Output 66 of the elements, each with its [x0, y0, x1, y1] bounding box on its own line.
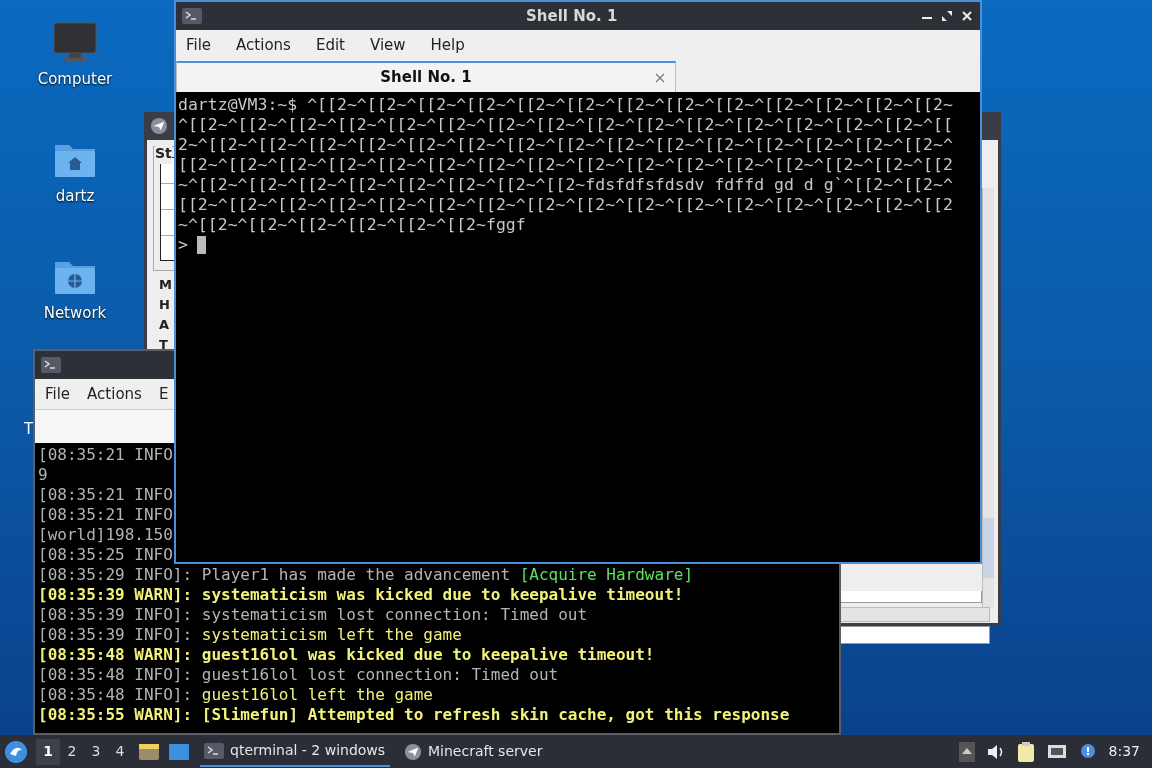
log-line: [08:35:21 INFO: [38, 505, 173, 525]
terminal-line: 2~^[[2~^[[2~^[[2~^[[2~^[[2~^[[2~^[[2~^[[2~^[[2~^[[2~^[[2~^[[2~^[[2~^[[2~^[[2~^: [178, 135, 953, 155]
menu-item[interactable]: Actions: [236, 33, 291, 57]
terminal-line: ^[[2~^[[2~^[[2~^[[2~^[[2~^[[2~^[[2~^[[2~^[[2~^[[2~^[[2~^[[2~^[[2~^[[2~^[[2~^[[: [178, 115, 953, 135]
log-line: [08:35:48 INFO]: guest16lol left the game: [38, 685, 433, 705]
volume-icon[interactable]: [986, 743, 1005, 760]
menu-item[interactable]: Actions: [87, 382, 142, 406]
log-line: [08:35:39 WARN]: systematicism was kicked due to keepalive timeout!: [38, 585, 684, 605]
field-label: M: [159, 277, 172, 293]
paper-plane-icon: [404, 742, 422, 761]
log-line: [08:35:55 WARN]: [Slimefun] Attempted to refresh skin cache, got this response: [38, 705, 790, 725]
menu-item[interactable]: Edit: [315, 33, 345, 57]
log-line: [08:35:39 INFO]: systematicism lost connection: Timed out: [38, 605, 588, 625]
field-label: H: [159, 297, 170, 313]
log-line: 9: [38, 465, 48, 485]
task-button[interactable]: Minecraft server: [400, 736, 570, 767]
menu-item[interactable]: View: [369, 33, 406, 57]
notification-icon[interactable]: [1078, 742, 1097, 761]
terminal-line: [[2~^[[2~^[[2~^[[2~^[[2~^[[2~^[[2~^[[2~^[[2~^[[2~^[[2~^[[2~^[[2~^[[2~^[[2~^[[2: [178, 195, 953, 215]
task-button[interactable]: qterminal - 2 windows: [200, 736, 390, 767]
log-line: [08:35:48 WARN]: guest16lol was kicked due to keepalive timeout!: [38, 645, 655, 665]
field-label: A: [159, 317, 170, 333]
desktop-icon[interactable]: [168, 742, 190, 761]
desktop-icon-label[interactable]: Computer: [37, 68, 113, 91]
desktop-icon-label[interactable]: dartz: [55, 185, 95, 208]
paper-plane-icon: [150, 117, 168, 135]
menu-item[interactable]: Help: [430, 33, 465, 57]
network-icon[interactable]: [1046, 742, 1067, 761]
prompt: >: [178, 235, 188, 255]
clock[interactable]: 8:37: [1108, 741, 1140, 762]
terminal-line: ~^[[2~^[[2~^[[2~^[[2~^[[2~^[[2~^[[2~^[[2~fdsfdfsfdsdv fdffd gd d g`^[[2~^[[2~^: [178, 175, 953, 195]
log-line: [08:35:25 INFO: [38, 545, 173, 565]
field-label: T: [159, 337, 168, 353]
log-line: [08:35:21 INFO: [38, 445, 173, 465]
terminal-icon: [182, 8, 202, 24]
tray-expand-icon[interactable]: [958, 741, 975, 762]
terminal-line: [[2~^[[2~^[[2~^[[2~^[[2~^[[2~^[[2~^[[2~^[[2~^[[2~^[[2~^[[2~^[[2~^[[2~^[[2~^[[2: [178, 155, 953, 175]
terminal-icon: [41, 357, 61, 373]
terminal-line: dartz@VM3:~$ ^[[2~^[[2~^[[2~^[[2~^[[2~^[[2~^[[2~^[[2~^[[2~^[[2~^[[2~^[[2~^[[2~: [178, 95, 953, 115]
log-line: [08:35:48 INFO]: guest16lol lost connection: Timed out: [38, 665, 559, 685]
menu-item[interactable]: File: [186, 33, 212, 57]
maximize-icon[interactable]: [942, 11, 952, 21]
log-line: [08:35:39 INFO]: systematicism left the game: [38, 625, 462, 645]
start-menu-icon[interactable]: [4, 739, 28, 764]
menu-item[interactable]: File: [45, 382, 71, 406]
desktop-icon-label[interactable]: T: [24, 418, 34, 441]
log-line: [08:35:21 INFO: [38, 485, 173, 505]
window-title: Shell No. 1: [526, 5, 618, 27]
cursor: [196, 236, 206, 254]
log-line: [08:35:29 INFO]: Player1 has made the advancement [Acquire Hardware]: [38, 565, 694, 585]
scrollbar[interactable]: [982, 188, 994, 608]
log-line: [world]198.150: [38, 525, 173, 545]
text-field[interactable]: [840, 626, 990, 644]
terminal-icon: [204, 742, 224, 759]
workspace-button[interactable]: 4: [108, 738, 132, 765]
horizontal-scrollbar[interactable]: [840, 607, 990, 622]
tab[interactable]: Shell No. 1: [176, 61, 676, 92]
workspace-button[interactable]: 2: [60, 738, 84, 765]
file-manager-icon[interactable]: [138, 741, 160, 762]
menu-item[interactable]: E: [158, 382, 169, 406]
clipboard-icon[interactable]: [1016, 740, 1035, 763]
desktop-icon-label[interactable]: Network: [43, 302, 107, 325]
terminal-line: ~^[[2~^[[2~^[[2~^[[2~^[[2~^[[2~fggf: [178, 215, 526, 235]
workspace-button[interactable]: 3: [84, 738, 108, 765]
workspace-button[interactable]: 1: [36, 738, 60, 765]
group-label: St: [155, 143, 172, 164]
